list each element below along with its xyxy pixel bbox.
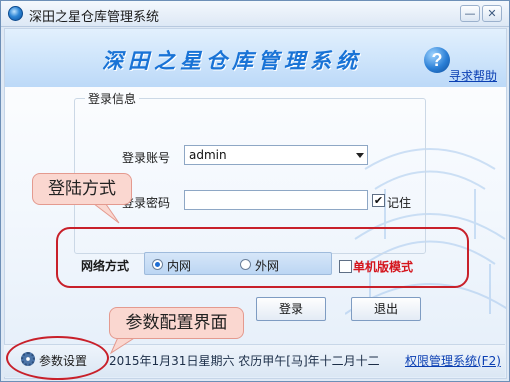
close-button[interactable]: ✕	[482, 5, 502, 22]
login-window: 深田之星仓库管理系统 — ✕ 深田之星仓库管理系统 ? 寻求帮助 登录信息 登录…	[0, 0, 510, 382]
account-select[interactable]: admin	[184, 145, 368, 165]
login-info-title: 登录信息	[85, 90, 140, 107]
login-button[interactable]: 登录	[256, 297, 326, 321]
title-bar: 深田之星仓库管理系统 — ✕	[1, 1, 509, 27]
date-text: 2015年1月31日星期六 农历甲午[马]年十二月十二	[109, 354, 380, 368]
window-title: 深田之星仓库管理系统	[29, 10, 160, 25]
remember-checkbox[interactable]: ✔	[372, 194, 385, 207]
remember-label: 记住	[387, 196, 412, 210]
minimize-button[interactable]: —	[460, 5, 480, 22]
password-field[interactable]	[184, 190, 368, 210]
header-banner: 深田之星仓库管理系统 ? 寻求帮助	[5, 29, 506, 87]
help-icon[interactable]: ?	[424, 47, 450, 73]
account-value: admin	[189, 148, 227, 162]
login-mode-callout: 登陆方式	[32, 173, 132, 205]
help-link[interactable]: 寻求帮助	[449, 67, 497, 84]
app-logo-icon	[8, 6, 23, 21]
settings-highlight	[6, 336, 109, 380]
permission-system-link[interactable]: 权限管理系统(F2)	[405, 352, 501, 369]
account-label: 登录账号	[122, 151, 171, 165]
exit-button[interactable]: 退出	[351, 297, 421, 321]
chevron-down-icon[interactable]	[356, 153, 364, 158]
network-mode-highlight	[56, 227, 469, 288]
banner-title: 深田之星仓库管理系统	[102, 48, 362, 73]
settings-callout: 参数配置界面	[109, 307, 244, 339]
